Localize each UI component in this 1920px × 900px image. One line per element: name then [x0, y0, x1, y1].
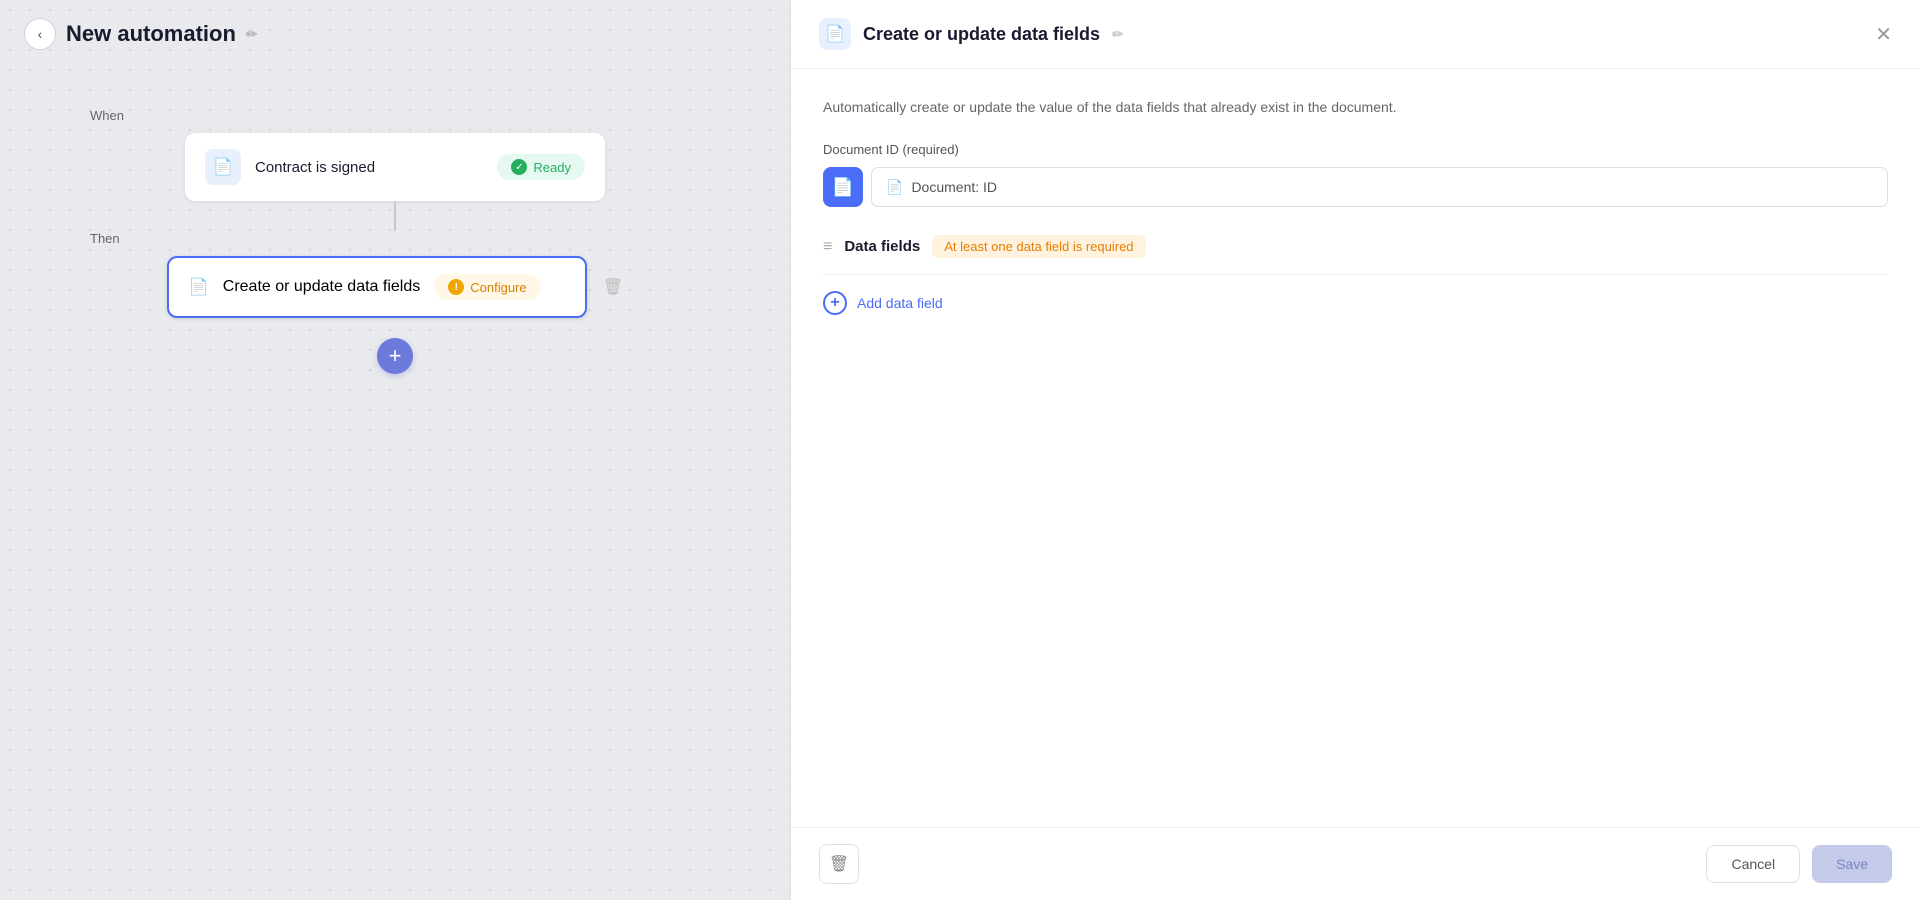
ready-badge: ✓ Ready	[497, 154, 585, 180]
back-button[interactable]: ‹	[24, 18, 56, 50]
right-header-title: Create or update data fields	[863, 24, 1100, 45]
data-fields-section-title: Data fields	[844, 238, 920, 255]
trigger-card[interactable]: 📄 Contract is signed ✓ Ready	[185, 133, 605, 201]
right-header-doc-icon: 📄	[819, 18, 851, 50]
footer-actions: Cancel Save	[1706, 845, 1892, 883]
page-title: New automation	[66, 21, 236, 47]
close-button[interactable]: ✕	[1875, 22, 1892, 47]
configure-label: Configure	[470, 280, 526, 295]
right-header: 📄 Create or update data fields ✏ ✕	[791, 0, 1920, 69]
add-step-button[interactable]: +	[377, 338, 413, 374]
connector-line	[394, 201, 396, 231]
warning-icon: !	[448, 279, 464, 295]
delete-action-icon[interactable]: 🗑	[603, 277, 623, 297]
document-id-value: Document: ID	[911, 179, 997, 195]
document-id-icon: 📄	[823, 167, 863, 207]
footer-delete-icon: 🗑	[829, 854, 849, 874]
footer-delete-button[interactable]: 🗑	[819, 844, 859, 884]
document-id-field[interactable]: 📄 Document: ID	[871, 167, 1888, 207]
add-field-label: Add data field	[857, 295, 943, 311]
then-section: Then 📄 Create or update data fields ! Co…	[40, 231, 750, 318]
right-footer: 🗑 Cancel Save	[791, 827, 1920, 900]
data-fields-section-icon: ≡	[823, 238, 832, 256]
action-icon: 📄	[189, 277, 209, 297]
right-panel: 📄 Create or update data fields ✏ ✕ Autom…	[790, 0, 1920, 900]
action-title: Create or update data fields	[223, 278, 420, 296]
configure-badge[interactable]: ! Configure	[434, 274, 540, 300]
page-title-edit-icon[interactable]: ✏	[246, 26, 258, 43]
document-id-row: 📄 📄 Document: ID	[823, 167, 1888, 207]
right-content: Automatically create or update the value…	[791, 69, 1920, 827]
left-panel: ‹ New automation ✏ When 📄 Contract is si…	[0, 0, 790, 900]
trigger-icon: 📄	[205, 149, 241, 185]
add-data-field-button[interactable]: + Add data field	[823, 291, 1888, 315]
save-button[interactable]: Save	[1812, 845, 1892, 883]
right-header-left: 📄 Create or update data fields ✏	[819, 18, 1124, 50]
field-file-icon: 📄	[886, 179, 903, 196]
back-icon: ‹	[38, 26, 43, 42]
trigger-title: Contract is signed	[255, 159, 483, 176]
cancel-button[interactable]: Cancel	[1706, 845, 1800, 883]
canvas-area: When 📄 Contract is signed ✓ Ready Then 📄…	[0, 68, 790, 414]
data-fields-warning-badge: At least one data field is required	[932, 235, 1145, 258]
action-card[interactable]: 📄 Create or update data fields ! Configu…	[167, 256, 587, 318]
add-step-icon: +	[389, 343, 402, 369]
ready-label: Ready	[533, 160, 571, 175]
document-id-label: Document ID (required)	[823, 142, 1888, 157]
close-icon: ✕	[1875, 24, 1892, 46]
section-divider	[823, 274, 1888, 275]
check-icon: ✓	[511, 159, 527, 175]
right-header-edit-icon[interactable]: ✏	[1112, 26, 1124, 43]
add-field-plus-icon: +	[823, 291, 847, 315]
then-label: Then	[90, 231, 120, 246]
description-text: Automatically create or update the value…	[823, 97, 1888, 118]
top-bar: ‹ New automation ✏	[0, 0, 790, 68]
when-label: When	[90, 108, 124, 123]
data-fields-section-row: ≡ Data fields At least one data field is…	[823, 235, 1888, 258]
